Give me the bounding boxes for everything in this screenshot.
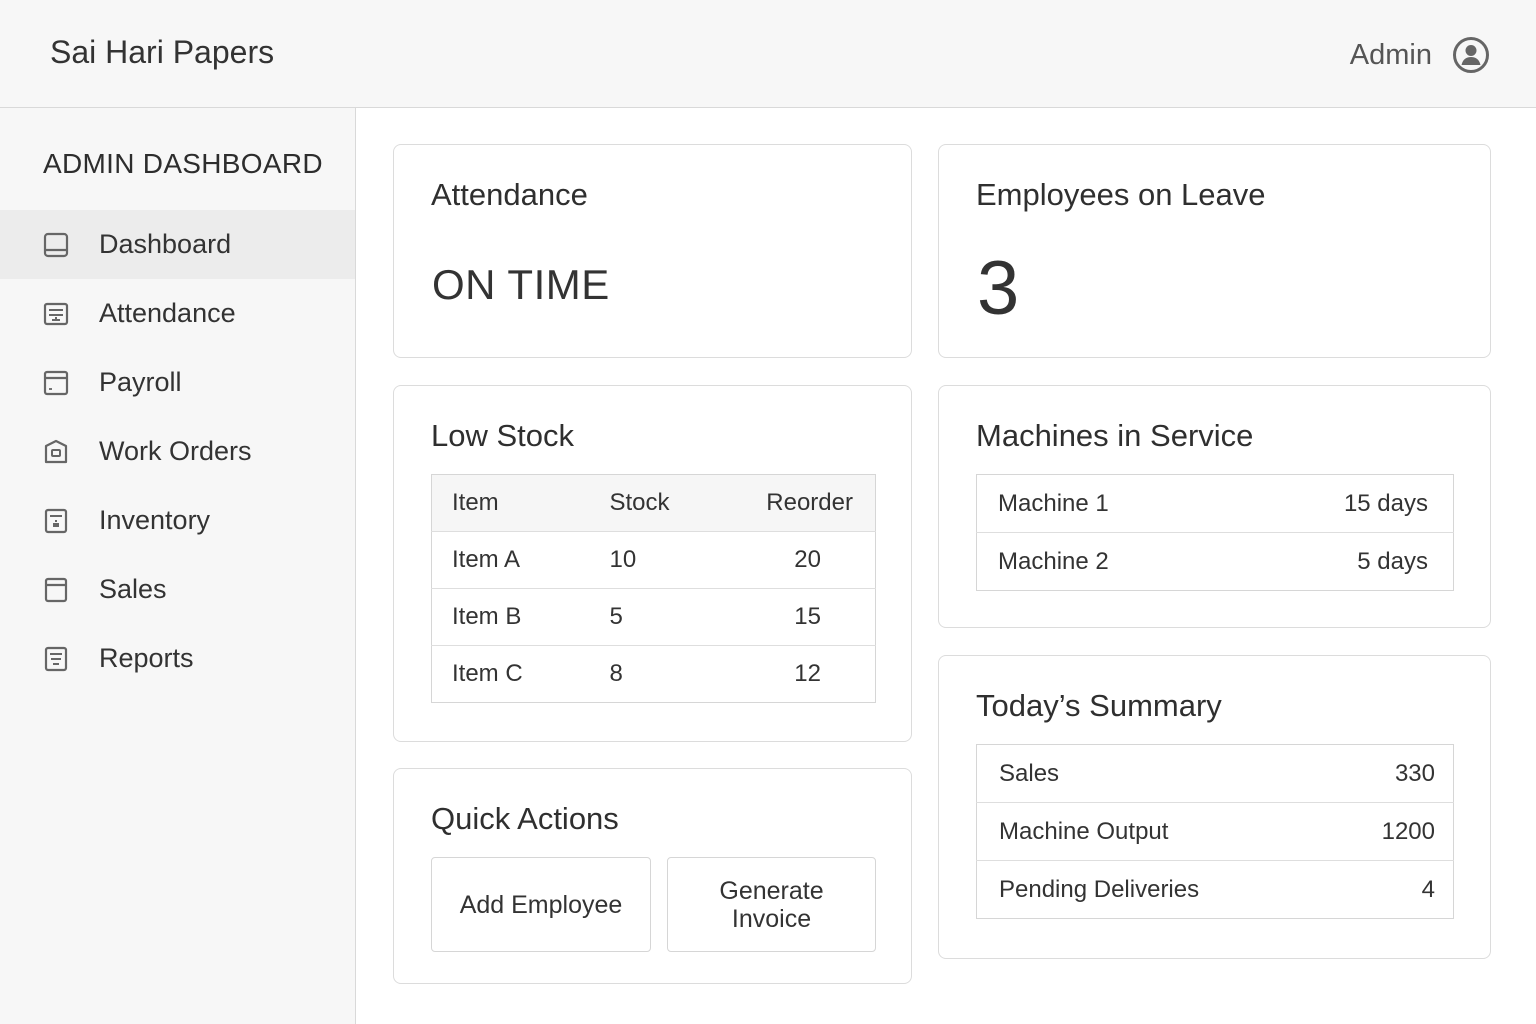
top-bar: Sai Hari Papers Admin bbox=[0, 0, 1536, 108]
attendance-status: ON TIME bbox=[432, 261, 610, 308]
user-avatar-icon[interactable] bbox=[1452, 36, 1490, 74]
summary-label: Pending Deliveries bbox=[999, 875, 1200, 903]
table-row: Item A 10 20 bbox=[431, 531, 876, 589]
card-title: Employees on Leave bbox=[976, 177, 1266, 212]
stock-value: 8 bbox=[609, 660, 623, 687]
table-row: Pending Deliveries 4 bbox=[977, 861, 1454, 919]
column-header: Stock bbox=[609, 474, 720, 532]
stock-value: 5 bbox=[609, 588, 720, 646]
machines-table: Machine 1 15 days Machine 2 5 days bbox=[976, 474, 1454, 591]
table-row: Sales 330 bbox=[976, 744, 1454, 803]
item-name: Item C bbox=[452, 660, 523, 687]
card-title: Quick Actions bbox=[431, 801, 619, 836]
sidebar-item-label: Payroll bbox=[99, 367, 182, 397]
machine-name: Machine 2 bbox=[998, 547, 1109, 575]
table-row: Item C 8 12 bbox=[432, 646, 876, 703]
button-label-line-2: Invoice bbox=[731, 904, 812, 933]
card-title: Attendance bbox=[431, 177, 588, 212]
sidebar: ADMIN DASHBOARD Dashboard Attendance Pay… bbox=[0, 108, 356, 1024]
leave-count: 3 bbox=[977, 246, 1020, 331]
machines-in-service-card: Machines in Service Machine 1 15 days Ma… bbox=[938, 385, 1491, 628]
button-label-line-1: Generate bbox=[719, 876, 824, 905]
summary-table: Sales 330 Machine Output 1200 Pending De… bbox=[976, 744, 1454, 919]
machine-duration: 15 days bbox=[1237, 474, 1454, 533]
user-menu[interactable]: Admin bbox=[1350, 36, 1490, 74]
user-name[interactable]: Admin bbox=[1350, 39, 1432, 72]
card-title: Today’s Summary bbox=[976, 688, 1222, 723]
summary-value: 330 bbox=[1337, 744, 1454, 803]
item-name: Item A bbox=[431, 531, 610, 589]
sidebar-item-inventory[interactable]: Inventory bbox=[0, 486, 355, 555]
dashboard-icon bbox=[43, 232, 69, 257]
sidebar-item-label: Reports bbox=[99, 643, 194, 673]
table-row: Item B 5 15 bbox=[431, 588, 876, 646]
add-employee-button[interactable]: Add Employee bbox=[431, 857, 651, 952]
table-row: Machine Output 1200 bbox=[976, 802, 1454, 861]
reports-icon bbox=[44, 646, 68, 671]
sidebar-item-label: Dashboard bbox=[99, 229, 232, 259]
summary-label: Machine Output bbox=[976, 802, 1338, 861]
table-row: Machine 2 5 days bbox=[977, 533, 1454, 591]
sidebar-item-dashboard[interactable]: Dashboard bbox=[0, 210, 355, 279]
payroll-icon bbox=[43, 370, 69, 395]
sidebar-item-label: Inventory bbox=[99, 505, 211, 535]
column-header: Reorder bbox=[719, 474, 876, 532]
sidebar-item-sales[interactable]: Sales bbox=[0, 555, 355, 624]
reorder-value: 20 bbox=[719, 531, 876, 589]
sidebar-item-work-orders[interactable]: Work Orders bbox=[0, 417, 355, 486]
stock-value: 10 bbox=[609, 531, 720, 589]
card-title: Low Stock bbox=[431, 418, 575, 453]
quick-actions-card: Quick Actions Add Employee Generate Invo… bbox=[393, 768, 912, 984]
button-label: Add Employee bbox=[459, 890, 623, 919]
item-name: Item B bbox=[431, 588, 610, 646]
employees-on-leave-card: Employees on Leave 3 bbox=[938, 144, 1491, 358]
low-stock-table: Item Stock Reorder Item A 10 20 Item B 5… bbox=[431, 474, 876, 703]
sidebar-title: ADMIN DASHBOARD bbox=[43, 148, 323, 179]
inventory-icon bbox=[44, 508, 68, 533]
machine-duration: 5 days bbox=[1357, 547, 1428, 575]
low-stock-card: Low Stock Item Stock Reorder Item A 10 2… bbox=[393, 385, 912, 742]
sidebar-item-payroll[interactable]: Payroll bbox=[0, 348, 355, 417]
sidebar-item-label: Work Orders bbox=[99, 436, 252, 466]
sales-icon bbox=[44, 577, 68, 602]
sidebar-item-label: Sales bbox=[99, 574, 167, 604]
work-orders-icon bbox=[44, 439, 68, 463]
reorder-value: 15 bbox=[719, 588, 876, 646]
sidebar-item-label: Attendance bbox=[99, 298, 236, 328]
sidebar-nav: Dashboard Attendance Payroll Work Orders… bbox=[0, 210, 355, 693]
app-title: Sai Hari Papers bbox=[50, 34, 275, 70]
table-header-row: Item Stock Reorder bbox=[431, 474, 876, 532]
reorder-value: 12 bbox=[794, 660, 821, 687]
sidebar-item-reports[interactable]: Reports bbox=[0, 624, 355, 693]
card-title: Machines in Service bbox=[976, 418, 1254, 453]
summary-value: 1200 bbox=[1337, 802, 1454, 861]
summary-label: Sales bbox=[976, 744, 1338, 803]
summary-value: 4 bbox=[1421, 875, 1435, 903]
generate-invoice-button[interactable]: Generate Invoice bbox=[667, 857, 876, 952]
column-header: Item bbox=[431, 474, 610, 532]
attendance-icon bbox=[43, 302, 69, 325]
machine-name: Machine 1 bbox=[976, 474, 1238, 533]
todays-summary-card: Today’s Summary Sales 330 Machine Output… bbox=[938, 655, 1491, 959]
attendance-card: Attendance ON TIME bbox=[393, 144, 912, 358]
sidebar-item-attendance[interactable]: Attendance bbox=[0, 279, 355, 348]
table-row: Machine 1 15 days bbox=[976, 474, 1454, 533]
